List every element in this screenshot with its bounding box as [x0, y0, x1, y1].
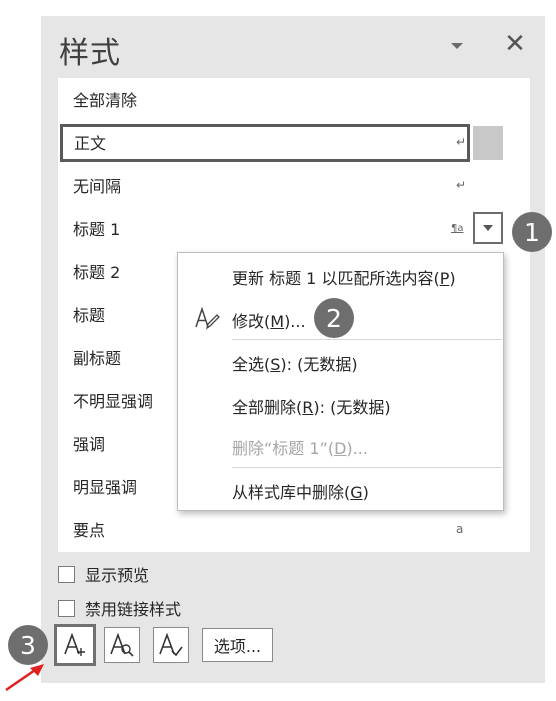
menu-item-text: ): (无数据): [313, 398, 391, 417]
style-label: 标题: [73, 306, 106, 325]
pane-title: 样式: [59, 36, 121, 71]
modify-style-icon: [195, 306, 220, 330]
style-dropdown-button[interactable]: [473, 212, 503, 244]
style-label: 要点: [73, 521, 106, 540]
menu-item-text: ): [362, 483, 369, 502]
style-label: 无间隔: [73, 177, 122, 196]
style-item-no-spacing[interactable]: 无间隔 ↵: [58, 164, 530, 206]
style-item-heading-1[interactable]: 标题 1 ¶a: [58, 207, 530, 249]
step-badge-3: 3: [8, 625, 48, 665]
menu-item-text: ): [449, 269, 456, 288]
menu-item-text: ): (无数据): [280, 355, 358, 374]
pointer-arrow-icon: [5, 664, 44, 692]
menu-item-text: 删除“标题 1”(: [232, 439, 335, 458]
menu-item-text: 修改(: [232, 312, 271, 331]
menu-item-text: )...: [284, 312, 306, 331]
menu-item-delete-all[interactable]: 全部删除(R): (无数据): [232, 394, 391, 418]
menu-item-accel: R: [302, 398, 314, 417]
style-label: 明显强调: [73, 478, 138, 497]
menu-item-text: )...: [346, 439, 368, 458]
menu-separator: [232, 467, 502, 468]
menu-separator: [232, 339, 502, 340]
checkbox-label: 禁用链接样式: [85, 600, 182, 619]
menu-item-text: 更新 标题 1 以匹配所选内容(: [232, 269, 440, 288]
style-label: 标题 2: [73, 263, 121, 282]
menu-item-accel: D: [334, 439, 347, 458]
manage-styles-icon: [159, 632, 183, 657]
close-icon[interactable]: ✕: [503, 30, 527, 58]
checkbox-box[interactable]: [58, 599, 75, 617]
menu-item-accel: P: [439, 269, 450, 288]
step-badge-1: 1: [512, 212, 552, 252]
linked-style-icon: ¶a: [451, 222, 464, 234]
style-inspector-icon: [110, 632, 134, 657]
character-style-icon: a: [456, 522, 464, 536]
menu-item-accel: G: [350, 483, 363, 502]
selected-frame: [60, 124, 470, 162]
step-badge-2: 2: [314, 298, 354, 338]
menu-item-select-all[interactable]: 全选(S): (无数据): [232, 351, 358, 375]
manage-styles-button[interactable]: [153, 627, 189, 663]
style-item-strong[interactable]: 要点 a: [58, 508, 530, 550]
paragraph-mark-icon: ↵: [456, 135, 467, 149]
menu-item-accel: M: [270, 312, 285, 331]
menu-item-delete-style[interactable]: 删除“标题 1”(D)...: [232, 435, 368, 459]
selected-highlight: [473, 126, 503, 160]
checkbox-label: 显示预览: [85, 566, 150, 585]
disable-linked-styles-checkbox[interactable]: 禁用链接样式: [58, 596, 181, 620]
style-label: 正文: [74, 134, 107, 153]
new-style-icon: [64, 632, 85, 656]
style-label: 标题 1: [73, 220, 121, 239]
pane-options-dropdown[interactable]: [447, 38, 467, 54]
style-label: 强调: [73, 435, 106, 454]
new-style-button[interactable]: [54, 624, 96, 666]
style-label: 全部清除: [73, 91, 138, 110]
style-item-clear-all[interactable]: 全部清除: [58, 78, 530, 120]
menu-item-accel: S: [270, 355, 281, 374]
paragraph-mark-icon: ↵: [456, 178, 467, 192]
menu-item-text: 全部删除(: [232, 398, 303, 417]
show-preview-checkbox[interactable]: 显示预览: [58, 562, 149, 586]
style-label: 副标题: [73, 349, 122, 368]
menu-item-text: 全选(: [232, 355, 271, 374]
menu-item-remove-from-gallery[interactable]: 从样式库中删除(G): [232, 479, 369, 503]
options-button[interactable]: 选项...: [202, 628, 273, 662]
chevron-down-icon: [451, 43, 463, 49]
menu-item-modify[interactable]: 修改(M)...: [232, 308, 306, 332]
menu-item-text: 从样式库中删除(: [232, 483, 351, 502]
style-inspector-button[interactable]: [104, 627, 140, 663]
checkbox-box[interactable]: [58, 565, 75, 583]
style-label: 不明显强调: [73, 392, 154, 411]
chevron-down-icon: [483, 225, 493, 231]
menu-item-update-to-match[interactable]: 更新 标题 1 以匹配所选内容(P): [232, 265, 456, 289]
style-context-menu: 更新 标题 1 以匹配所选内容(P) 修改(M)... 全选(S): (无数据)…: [177, 252, 504, 511]
style-item-normal[interactable]: 正文 ↵: [58, 121, 530, 163]
